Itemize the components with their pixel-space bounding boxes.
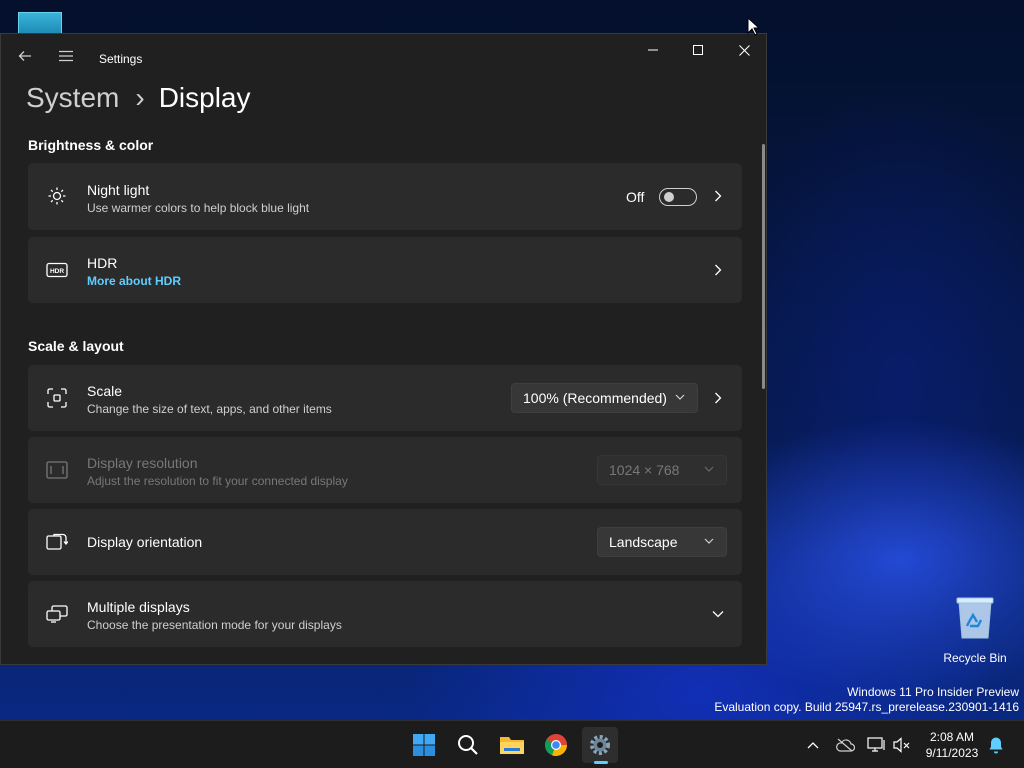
volume-muted-icon[interactable] (892, 735, 912, 755)
network-icon[interactable] (867, 735, 887, 755)
file-explorer-button[interactable] (494, 727, 530, 763)
resolution-icon (46, 459, 68, 481)
settings-icon (590, 735, 610, 755)
orientation-icon (46, 531, 68, 553)
search-icon (458, 735, 478, 755)
start-icon (413, 734, 435, 756)
taskbar: 2:08 AM 9/11/2023 (0, 720, 1024, 768)
recycle-bin-label: Recycle Bin (943, 651, 1007, 665)
hdr-icon: HDR (46, 259, 68, 281)
resolution-subtitle: Adjust the resolution to fit your connec… (87, 474, 348, 488)
orientation-dropdown[interactable]: Landscape (597, 527, 727, 557)
minimize-button[interactable] (630, 34, 676, 66)
back-arrow-icon (18, 51, 31, 61)
chevron-right-icon[interactable] (712, 264, 724, 276)
chrome-icon (545, 734, 567, 756)
hamburger-icon (59, 50, 73, 62)
scale-dropdown[interactable]: 100% (Recommended) (511, 383, 698, 413)
chevron-right-icon[interactable] (712, 190, 724, 202)
orientation-value: Landscape (609, 534, 678, 550)
watermark-line-1: Windows 11 Pro Insider Preview (847, 685, 1019, 699)
page-title: Display (158, 82, 251, 113)
maximize-button[interactable] (675, 34, 721, 66)
watermark-line-2: Evaluation copy. Build 25947.rs_prerelea… (714, 700, 1019, 714)
chevron-down-icon (704, 466, 714, 472)
resolution-title: Display resolution (87, 455, 198, 471)
night-light-subtitle: Use warmer colors to help block blue lig… (87, 201, 310, 215)
notification-bell-icon[interactable] (986, 735, 1006, 755)
toggle-knob (664, 192, 674, 202)
orientation-card[interactable]: Display orientation Landscape (28, 509, 742, 575)
mouse-cursor-icon (747, 17, 759, 36)
start-button[interactable] (406, 727, 442, 763)
evaluation-watermark: Windows 11 Pro Insider Preview Evaluatio… (714, 685, 1019, 715)
resolution-value: 1024 × 768 (609, 462, 680, 478)
section-scale-layout: Scale & layout (28, 338, 124, 354)
chevron-up-icon (807, 742, 819, 749)
page-heading: System › Display (26, 82, 251, 114)
resolution-card: Display resolution Adjust the resolution… (28, 437, 742, 503)
scale-title: Scale (87, 383, 123, 399)
close-button[interactable] (721, 34, 766, 66)
night-light-state: Off (626, 189, 645, 205)
breadcrumb-system[interactable]: System (26, 82, 119, 114)
scale-subtitle: Change the size of text, apps, and other… (87, 402, 332, 416)
multiple-displays-subtitle: Choose the presentation mode for your di… (87, 618, 342, 632)
clock-date: 9/11/2023 (925, 746, 979, 760)
scale-card[interactable]: Scale Change the size of text, apps, and… (28, 365, 742, 431)
settings-window: Settings System › Display Brightness & c… (0, 33, 767, 665)
clock-time: 2:08 AM (929, 730, 975, 744)
multiple-displays-icon (46, 603, 68, 625)
chevron-down-icon (704, 538, 714, 544)
hdr-more-link[interactable]: More about HDR (87, 274, 181, 288)
section-brightness-color: Brightness & color (28, 137, 154, 153)
orientation-title: Display orientation (87, 534, 203, 550)
active-indicator (594, 761, 608, 764)
taskbar-clock[interactable]: 2:08 AM 9/11/2023 (920, 729, 984, 761)
search-button[interactable] (450, 727, 486, 763)
settings-taskbar-button[interactable] (582, 727, 618, 764)
hdr-title: HDR (87, 255, 118, 271)
chrome-button[interactable] (538, 727, 574, 763)
recycle-bin[interactable]: Recycle Bin (940, 596, 1010, 665)
back-button[interactable] (11, 42, 39, 70)
title-bar: Settings (1, 34, 766, 84)
resolution-dropdown: 1024 × 768 (597, 455, 727, 485)
minimize-icon (648, 49, 658, 51)
chevron-down-icon[interactable] (712, 608, 724, 620)
svg-text:HDR: HDR (50, 268, 64, 275)
scale-value: 100% (Recommended) (523, 390, 667, 406)
brightness-sun-icon (46, 185, 68, 207)
nav-menu-button[interactable] (52, 42, 80, 70)
chevron-right-icon[interactable] (712, 392, 724, 404)
scale-icon (46, 387, 68, 409)
app-title: Settings (99, 52, 143, 66)
chevron-down-icon (675, 394, 685, 400)
onedrive-icon[interactable] (835, 735, 855, 755)
night-light-toggle[interactable] (659, 188, 697, 206)
recycle-bin-icon (956, 597, 994, 639)
hdr-card[interactable]: HDR HDR More about HDR (28, 237, 742, 303)
night-light-card[interactable]: Night light Use warmer colors to help bl… (28, 163, 742, 230)
close-icon (738, 44, 750, 56)
maximize-icon (693, 45, 703, 55)
multiple-displays-card[interactable]: Multiple displays Choose the presentatio… (28, 581, 742, 647)
night-light-title: Night light (87, 182, 150, 198)
scrollbar-thumb[interactable] (762, 144, 765, 389)
multiple-displays-title: Multiple displays (87, 599, 190, 615)
file-explorer-icon (500, 737, 524, 754)
breadcrumb-separator-icon: › (135, 82, 145, 113)
show-hidden-icons-button[interactable] (803, 735, 823, 755)
